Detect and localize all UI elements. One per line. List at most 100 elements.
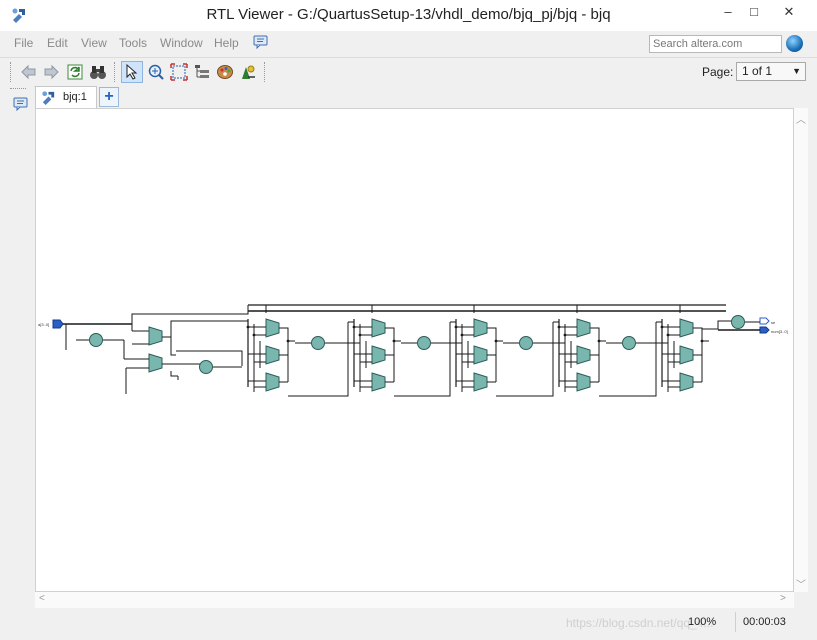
menu-tools[interactable]: Tools [119, 36, 147, 50]
mux-block [679, 318, 694, 338]
menu-help[interactable]: Help [214, 36, 239, 50]
tab-bar: bjq:1 + [35, 86, 817, 108]
wire [170, 371, 178, 377]
binoculars-icon[interactable] [89, 63, 107, 81]
schematic-canvas[interactable]: a[3..0] se num[3..0] [35, 108, 794, 592]
page-select[interactable]: 1 of 1 ▼ [736, 62, 806, 81]
menu-edit[interactable]: Edit [47, 36, 68, 50]
scroll-down-icon[interactable]: ﹀ [796, 576, 806, 591]
help-chat-icon[interactable] [253, 35, 268, 49]
menu-view[interactable]: View [81, 36, 107, 50]
output-port-label: se [771, 320, 776, 325]
toolbar: Page: 1 of 1 ▼ [0, 57, 817, 87]
wire [496, 322, 554, 397]
maximize-button[interactable]: □ [741, 4, 767, 24]
rtl-viewer-tab-icon [42, 91, 55, 106]
selection-tool-button[interactable] [121, 61, 143, 83]
add-tab-button[interactable]: + [99, 87, 119, 107]
input-port-label: a[3..0] [38, 322, 49, 327]
mux-block [148, 326, 163, 346]
scroll-up-icon[interactable]: ︿ [796, 111, 806, 126]
status-separator [735, 612, 736, 632]
junction-dot [557, 325, 561, 329]
mux-block [473, 345, 488, 365]
left-dock-strip [0, 86, 34, 640]
color-palette-icon[interactable] [216, 63, 234, 81]
junction-dot [563, 333, 567, 337]
refresh-icon[interactable] [66, 63, 84, 81]
minimize-button[interactable]: – [715, 4, 741, 24]
toolbar-grip [114, 62, 117, 82]
zoom-in-icon[interactable] [147, 63, 165, 81]
junction-dot [392, 339, 396, 343]
output-port-num [759, 326, 770, 334]
title-bar: RTL Viewer - G:/QuartusSetup-13/vhdl_dem… [0, 0, 817, 31]
mux-block [576, 372, 591, 392]
mux-block [679, 372, 694, 392]
wire [394, 322, 451, 397]
tab-label: bjq:1 [63, 91, 87, 103]
wire [599, 322, 657, 397]
chevron-down-icon: ▼ [792, 66, 801, 76]
search-input[interactable]: Search altera.com [649, 35, 782, 53]
pointer-arrow-icon [126, 64, 138, 80]
dock-grip [10, 88, 26, 90]
adder-node [731, 315, 745, 329]
mux-block [148, 353, 163, 373]
back-arrow-icon[interactable] [20, 63, 38, 81]
fit-window-icon[interactable] [170, 63, 188, 81]
scroll-left-icon[interactable]: < [39, 593, 45, 604]
elapsed-time: 00:00:03 [743, 616, 786, 628]
adder-node [89, 333, 103, 347]
input-port [52, 319, 64, 329]
output-port-label: num[3..0] [771, 329, 788, 334]
mux-block [371, 345, 386, 365]
junction-dot [660, 325, 664, 329]
globe-icon[interactable] [786, 35, 803, 52]
menu-window[interactable]: Window [160, 36, 203, 50]
forward-arrow-icon[interactable] [42, 63, 60, 81]
scroll-right-icon[interactable]: > [780, 593, 786, 604]
messages-icon[interactable] [13, 97, 28, 111]
page-select-value: 1 of 1 [742, 64, 773, 78]
vertical-scrollbar[interactable]: ︿ ﹀ [794, 108, 808, 592]
menu-file[interactable]: File [14, 36, 33, 50]
hierarchy-list-icon[interactable] [193, 63, 211, 81]
junction-dot [494, 339, 498, 343]
wire [702, 320, 734, 330]
mux-block [576, 318, 591, 338]
mux-block [679, 345, 694, 365]
mux-block [265, 318, 280, 338]
mux-block [371, 372, 386, 392]
adder-node [311, 336, 325, 350]
junction-dot [460, 333, 464, 337]
junction-dot [352, 325, 356, 329]
mux-block [473, 318, 488, 338]
mux-block [265, 345, 280, 365]
junction-dot [286, 339, 290, 343]
output-port-se [759, 317, 770, 325]
mux-block [265, 372, 280, 392]
status-bar: https://blog.csdn.net/qq_4... 100% 00:00… [0, 608, 817, 640]
junction-dot [597, 339, 601, 343]
netlist-node-icon[interactable] [239, 63, 257, 81]
mux-block [576, 345, 591, 365]
wire [288, 322, 349, 397]
junction-dot [666, 333, 670, 337]
wire [162, 336, 176, 356]
tab-bjq-1[interactable]: bjq:1 [35, 86, 97, 108]
close-button[interactable]: ✕ [776, 4, 802, 24]
page-label: Page: [702, 65, 734, 79]
window-title: RTL Viewer - G:/QuartusSetup-13/vhdl_dem… [206, 6, 611, 23]
horizontal-scrollbar[interactable]: < > [35, 592, 794, 608]
rtl-schematic[interactable]: a[3..0] se num[3..0] [36, 109, 793, 591]
adder-node [622, 336, 636, 350]
zoom-level: 100% [688, 616, 717, 628]
junction-dot [358, 333, 362, 337]
adder-node [417, 336, 431, 350]
junction-dot [454, 325, 458, 329]
mux-block [473, 372, 488, 392]
adder-node [519, 336, 533, 350]
junction-dot [252, 333, 256, 337]
mux-block [371, 318, 386, 338]
